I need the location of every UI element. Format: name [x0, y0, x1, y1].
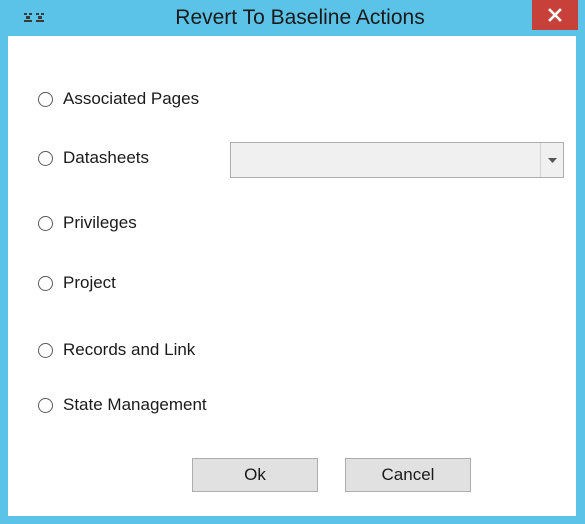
option-project[interactable]: Project [38, 271, 116, 295]
option-label: Associated Pages [63, 89, 200, 108]
option-records-and-link[interactable]: Records and Link [38, 338, 195, 362]
option-label: State Management [63, 395, 207, 414]
dialog-body: Associated Pages Datasheets Privileges P… [8, 36, 576, 516]
option-label: Project [63, 273, 116, 292]
radio-button[interactable] [38, 150, 53, 166]
dialog-title: Revert To Baseline Actions [175, 6, 425, 29]
chevron-down-icon [547, 157, 557, 163]
option-label: Datasheets [63, 148, 149, 167]
radio-button[interactable] [38, 397, 53, 413]
title-bar[interactable]: Revert To Baseline Actions [0, 0, 585, 34]
option-label: Privileges [63, 213, 137, 232]
radio-button[interactable] [38, 342, 53, 358]
dropdown-button[interactable] [540, 143, 563, 177]
close-icon [548, 8, 562, 22]
radio-button[interactable] [38, 91, 53, 107]
radio-button[interactable] [38, 275, 53, 291]
cancel-button[interactable]: Cancel [345, 458, 471, 492]
option-state-management[interactable]: State Management [38, 393, 207, 417]
radio-button[interactable] [38, 215, 53, 231]
option-datasheets[interactable]: Datasheets [38, 146, 149, 170]
option-label: Records and Link [63, 340, 196, 359]
datasheet-select[interactable] [230, 142, 564, 178]
close-button[interactable] [532, 0, 578, 30]
option-associated-pages[interactable]: Associated Pages [38, 87, 199, 111]
dialog-window: Revert To Baseline Actions Associated Pa… [0, 0, 585, 524]
option-privileges[interactable]: Privileges [38, 211, 137, 235]
ok-button[interactable]: Ok [192, 458, 318, 492]
